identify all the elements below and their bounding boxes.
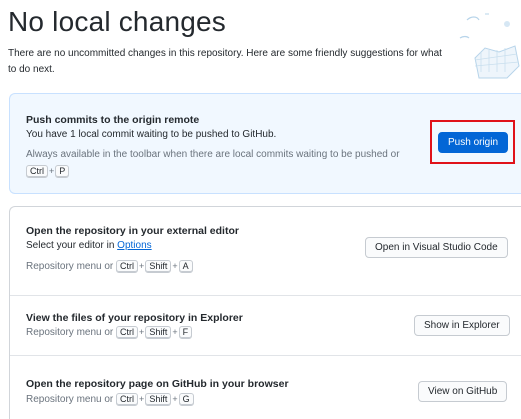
push-card-status: You have 1 local commit waiting to be pu… <box>26 129 277 140</box>
kbd-f: F <box>178 326 193 339</box>
kbd-ctrl: Ctrl <box>116 260 139 273</box>
suggestions-card: Open the repository in your external edi… <box>9 206 521 419</box>
explorer-row-shortcut: Repository menu or Ctrl + Shift + F <box>26 326 193 339</box>
kbd-g: G <box>178 393 194 406</box>
push-card-title: Push commits to the origin remote <box>26 114 200 126</box>
options-link[interactable]: Options <box>117 240 151 251</box>
github-row-title: Open the repository page on GitHub in yo… <box>26 378 289 390</box>
kbd-shift: Shift <box>145 260 172 273</box>
explorer-suggestion-row: View the files of your repository in Exp… <box>10 295 521 355</box>
show-in-explorer-button[interactable]: Show in Explorer <box>414 315 510 336</box>
kbd-a: A <box>178 260 193 273</box>
editor-row-title: Open the repository in your external edi… <box>26 225 239 237</box>
push-card-hint: Always available in the toolbar when the… <box>26 149 400 160</box>
page-description: There are no uncommitted changes in this… <box>8 48 442 75</box>
highlight-box <box>430 120 515 164</box>
no-changes-illustration-icon <box>459 13 520 79</box>
no-changes-view: No local changes There are no uncommitte… <box>0 0 521 419</box>
open-in-vscode-button[interactable]: Open in Visual Studio Code <box>365 237 508 258</box>
view-on-github-button[interactable]: View on GitHub <box>418 381 508 402</box>
kbd-ctrl: Ctrl <box>116 393 139 406</box>
explorer-row-title: View the files of your repository in Exp… <box>26 312 243 324</box>
kbd-shift: Shift <box>145 326 172 339</box>
editor-row-select: Select your editor in Options <box>26 240 152 251</box>
github-suggestion-row: Open the repository page on GitHub in yo… <box>10 355 521 419</box>
github-row-shortcut: Repository menu or Ctrl + Shift + G <box>26 393 194 406</box>
editor-suggestion-row: Open the repository in your external edi… <box>10 207 521 295</box>
kbd-shift: Shift <box>145 393 172 406</box>
kbd-ctrl: Ctrl <box>26 165 48 178</box>
push-card-shortcut: Ctrl + P <box>26 165 70 178</box>
kbd-p: P <box>55 165 70 178</box>
editor-row-shortcut: Repository menu or Ctrl + Shift + A <box>26 260 193 273</box>
page-title: No local changes <box>8 6 226 37</box>
kbd-ctrl: Ctrl <box>116 326 139 339</box>
